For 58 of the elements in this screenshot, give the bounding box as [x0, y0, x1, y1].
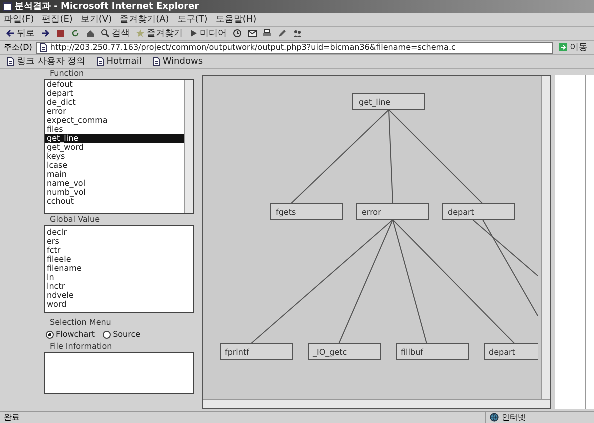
list-item[interactable]: expect_comma	[45, 116, 184, 125]
list-item[interactable]: fctr	[45, 246, 193, 255]
list-item[interactable]: get_word	[45, 143, 184, 152]
radio-option[interactable]: Source	[103, 330, 141, 339]
list-item[interactable]: files	[45, 125, 184, 134]
toolbar-button[interactable]: 미디어	[187, 28, 229, 40]
section-title: Global Value	[50, 215, 102, 224]
link-button[interactable]: 링크 사용자 정의	[4, 56, 88, 68]
menu-item[interactable]: 파일(F)	[4, 13, 34, 26]
list-item[interactable]: defout	[45, 80, 184, 89]
function-node: error	[356, 204, 430, 220]
menu-item[interactable]: 편집(E)	[42, 13, 73, 26]
toolbar-button[interactable]: 즐겨찾기	[134, 28, 185, 40]
global-value-list[interactable]: declr ers fctr fileele filename ln lnctr ndvele word	[44, 225, 194, 313]
section-title: File Information	[50, 342, 114, 351]
function-list[interactable]: defout depart de_dict error expect_comma files get_line get_word keys lcase main name_vol numb_vol cchout	[44, 79, 194, 214]
list-item[interactable]: word	[45, 300, 193, 309]
menu-item[interactable]: 도구(T)	[177, 13, 208, 26]
list-item[interactable]: filename	[45, 264, 193, 273]
address-label: 주소(D)	[4, 42, 32, 53]
function-node: depart	[484, 344, 538, 360]
address-field[interactable]: http://203.250.77.163/project/common/outputwork/output.php3?uid=bicman36&filename=schema.c	[36, 42, 553, 54]
list-item[interactable]: main	[45, 170, 184, 179]
function-node: depart	[442, 204, 516, 220]
radio-option[interactable]: Flowchart	[46, 330, 96, 339]
link-button[interactable]: Windows	[150, 56, 206, 68]
function-node: fillbuf	[396, 344, 470, 360]
list-item[interactable]: name_vol	[45, 179, 184, 188]
section-title: Function	[50, 69, 86, 78]
window-title: 분석결과 - Microsoft Internet Explorer	[15, 1, 200, 13]
section-title: Selection Menu	[50, 318, 112, 327]
list-item[interactable]: ers	[45, 237, 193, 246]
list-item[interactable]: cchout	[45, 197, 184, 206]
function-node: fprintf	[220, 344, 294, 360]
toolbar-button[interactable]: 뒤로	[4, 28, 37, 40]
list-item[interactable]: declr	[45, 228, 193, 237]
link-button[interactable]: Hotmail	[94, 56, 144, 68]
menu-item[interactable]: 보기(V)	[80, 13, 112, 26]
zone-text: 인터넷	[502, 412, 526, 423]
function-node: get_line	[352, 94, 426, 110]
go-button[interactable]: 이동	[557, 42, 590, 54]
menu-item[interactable]: 즐겨찾기(A)	[120, 13, 170, 26]
function-node: _IO_getc	[308, 344, 382, 360]
list-item[interactable]: lnctr	[45, 282, 193, 291]
list-item[interactable]: fileele	[45, 255, 193, 264]
list-item[interactable]: numb_vol	[45, 188, 184, 197]
function-node: fgets	[270, 204, 344, 220]
list-item[interactable]: keys	[45, 152, 184, 161]
list-item[interactable]: get_line	[45, 134, 184, 143]
list-item[interactable]: ndvele	[45, 291, 193, 300]
list-item[interactable]: ln	[45, 273, 193, 282]
list-item[interactable]: de_dict	[45, 98, 184, 107]
status-text: 완료	[4, 412, 20, 423]
list-item[interactable]: error	[45, 107, 184, 116]
menu-item[interactable]: 도움말(H)	[216, 13, 257, 26]
list-item[interactable]: depart	[45, 89, 184, 98]
toolbar-button[interactable]: 검색	[99, 28, 132, 40]
list-item[interactable]: lcase	[45, 161, 184, 170]
